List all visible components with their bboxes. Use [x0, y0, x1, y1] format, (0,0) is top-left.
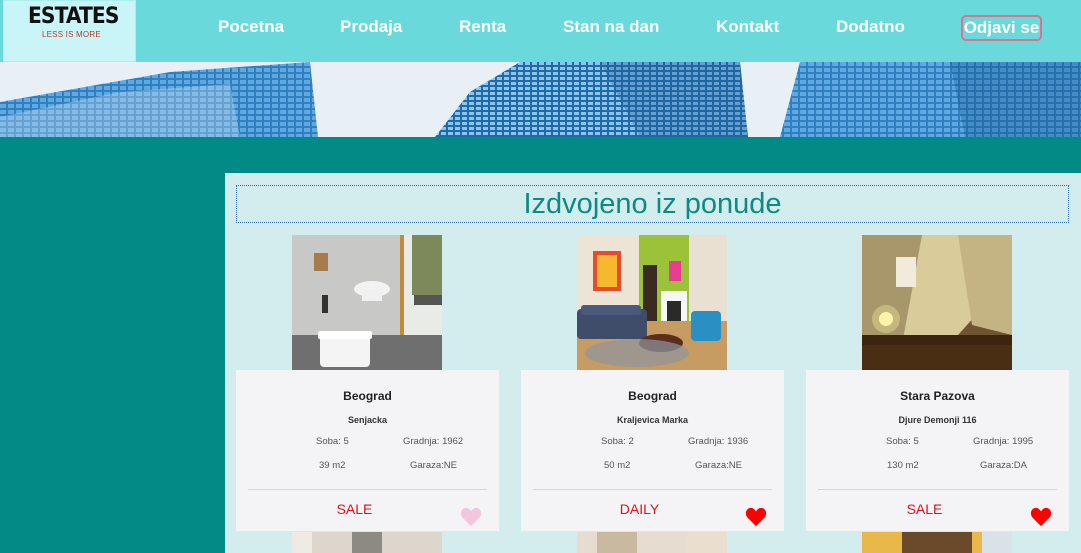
listing-street: Kraljevica Marka	[616, 415, 689, 425]
listing-photo-living-room[interactable]	[577, 235, 727, 371]
listing-photo-bathroom[interactable]	[292, 235, 442, 371]
listing-city: Stara Pazova	[900, 389, 975, 403]
section-title: Izdvojeno iz ponude	[523, 188, 782, 220]
nav-stan-na-dan[interactable]: Stan na dan	[563, 17, 659, 37]
card-divider	[533, 489, 772, 490]
listing-built-year: Gradnja: 1995	[973, 436, 1034, 447]
listing-area: 39 m2	[319, 460, 346, 471]
listing-photo-attic-room[interactable]	[862, 235, 1012, 371]
listing-garage: Garaza:DA	[980, 460, 1027, 471]
card-divider	[248, 489, 487, 490]
listing-city: Beograd	[343, 389, 392, 403]
nav-renta[interactable]: Renta	[459, 17, 506, 37]
listing-rooms: Soba: 5	[886, 436, 919, 447]
listing-built-year: Gradnja: 1962	[403, 436, 464, 447]
heart-icon[interactable]	[1030, 507, 1052, 527]
site-header: ESTATES LESS IS MORE Pocetna Prodaja Ren…	[0, 0, 1081, 62]
nav-pocetna[interactable]: Pocetna	[218, 17, 284, 37]
listing-garage: Garaza:NE	[410, 460, 457, 471]
section-title-box: Izdvojeno iz ponude	[236, 185, 1069, 223]
logo-tagline: LESS IS MORE	[42, 30, 101, 39]
listing-info: Beograd Senjacka Soba: 5 Gradnja: 1962 3…	[236, 370, 499, 531]
nav-prodaja[interactable]: Prodaja	[340, 17, 402, 37]
nav-dodatno[interactable]: Dodatno	[836, 17, 905, 37]
listing-rooms: Soba: 2	[601, 436, 634, 447]
logout-button[interactable]: Odjavi se	[961, 15, 1042, 41]
listing-area: 130 m2	[887, 460, 919, 471]
nav-kontakt[interactable]: Kontakt	[716, 17, 779, 37]
site-logo[interactable]: ESTATES LESS IS MORE	[3, 0, 136, 62]
listing-type: SALE	[336, 501, 373, 517]
listing-photo-partial[interactable]	[292, 532, 442, 553]
listing-info: Stara Pazova Djure Demonji 116 Soba: 5 G…	[806, 370, 1069, 531]
listing-photo-partial[interactable]	[862, 532, 1012, 553]
heart-icon[interactable]	[460, 507, 482, 527]
skyscrapers-image	[0, 62, 1081, 137]
heart-icon[interactable]	[745, 507, 767, 527]
listing-type: DAILY	[619, 501, 660, 517]
hero-banner-image	[0, 62, 1081, 137]
listing-area: 50 m2	[604, 460, 631, 471]
listing-photo-partial[interactable]	[577, 532, 727, 553]
listing-built-year: Gradnja: 1936	[688, 436, 749, 447]
card-divider	[818, 489, 1057, 490]
listing-type: SALE	[906, 501, 943, 517]
listing-garage: Garaza:NE	[695, 460, 742, 471]
listing-street: Senjacka	[347, 415, 388, 425]
listing-city: Beograd	[628, 389, 677, 403]
listing-info: Beograd Kraljevica Marka Soba: 2 Gradnja…	[521, 370, 784, 531]
listing-street: Djure Demonji 116	[898, 415, 977, 425]
listing-rooms: Soba: 5	[316, 436, 349, 447]
logo-title: ESTATES	[28, 4, 119, 29]
featured-listings-panel: Izdvojeno iz ponude Beograd Senjacka Sob…	[225, 173, 1081, 553]
